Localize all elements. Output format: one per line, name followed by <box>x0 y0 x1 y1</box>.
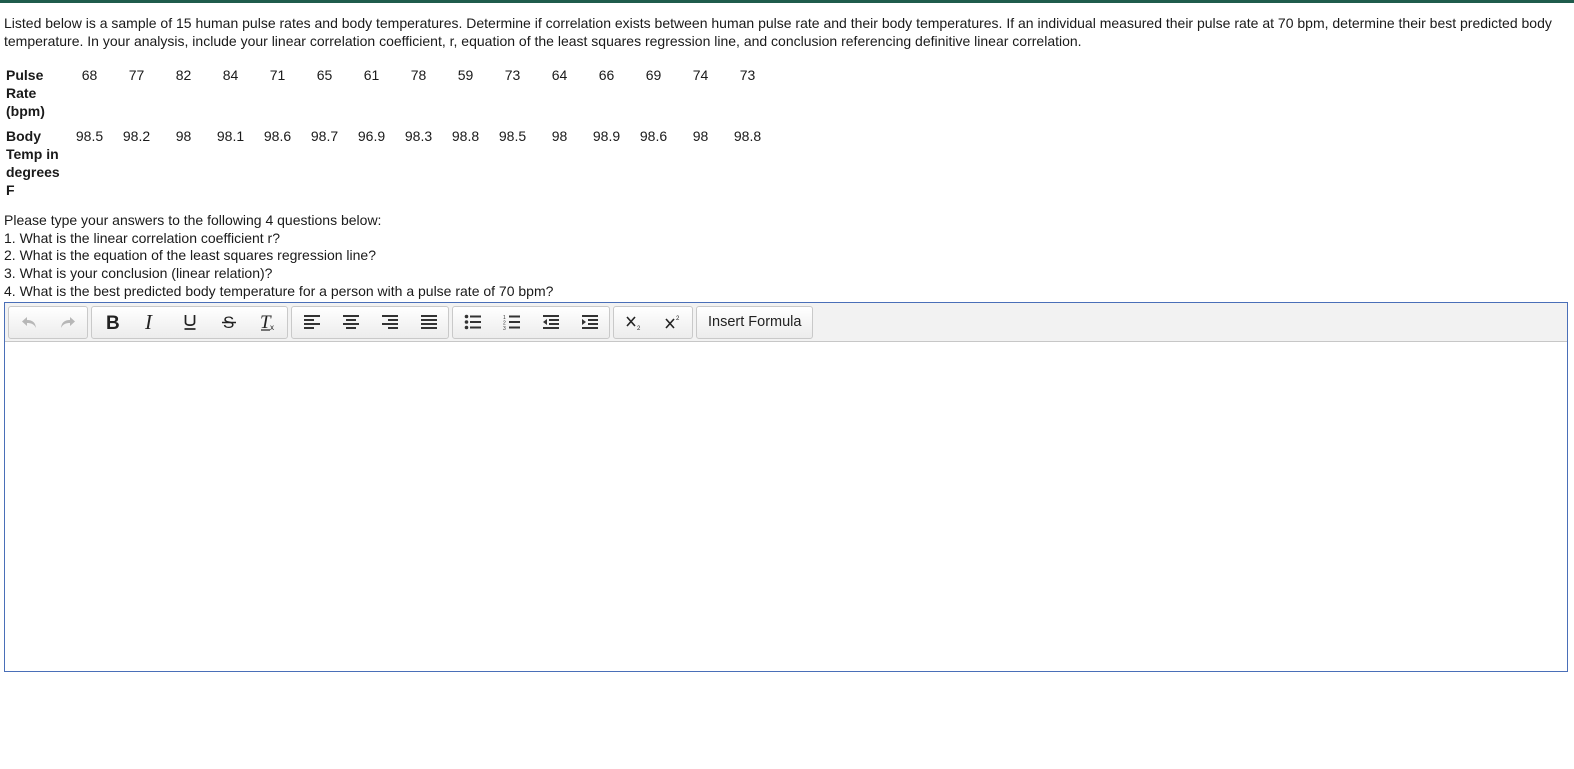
table-cell: 98.9 <box>592 128 621 144</box>
align-left-button[interactable] <box>292 307 331 338</box>
list-group: 123 <box>452 305 610 339</box>
table-cell: 74 <box>692 67 709 83</box>
answer-text-area[interactable] <box>5 342 1567 671</box>
questions-block: Please type your answers to the followin… <box>4 212 553 301</box>
format-group: B I S Tx <box>91 305 288 339</box>
table-cell: 59 <box>457 67 474 83</box>
strikethrough-icon: S <box>221 313 236 331</box>
svg-text:2: 2 <box>676 316 680 322</box>
row-header-line: (bpm) <box>6 103 45 119</box>
row-header: Body Temp in degrees F <box>4 127 66 199</box>
redo-button[interactable] <box>48 307 87 338</box>
align-justify-button[interactable] <box>409 307 448 338</box>
svg-text:2: 2 <box>637 326 641 330</box>
script-group: 2 2 <box>613 305 693 339</box>
table-cell: 98 <box>175 128 192 144</box>
align-center-button[interactable] <box>331 307 370 338</box>
table-cell: 69 <box>645 67 662 83</box>
italic-button[interactable]: I <box>131 307 170 338</box>
svg-text:B: B <box>106 313 120 331</box>
svg-text:x: x <box>270 323 274 331</box>
table-cell: 98.5 <box>75 128 104 144</box>
italic-icon: I <box>144 313 153 331</box>
table-cell: 82 <box>175 67 192 83</box>
subscript-icon: 2 <box>625 316 641 330</box>
table-cell: 65 <box>316 67 333 83</box>
undo-button[interactable] <box>9 307 48 338</box>
table-cell: 73 <box>739 67 756 83</box>
numbered-list-icon: 123 <box>503 315 520 330</box>
clear-formatting-icon: Tx <box>260 313 274 331</box>
instructions-text: Please type your answers to the followin… <box>4 212 382 228</box>
history-group <box>8 305 88 339</box>
subscript-button[interactable]: 2 <box>614 307 653 338</box>
underline-button[interactable] <box>170 307 209 338</box>
svg-text:3: 3 <box>503 326 506 330</box>
svg-text:I: I <box>144 313 153 331</box>
outdent-button[interactable] <box>531 307 570 338</box>
row-header-line: Rate <box>6 85 37 101</box>
bullet-list-button[interactable] <box>453 307 492 338</box>
clear-formatting-button[interactable]: Tx <box>248 307 287 338</box>
table-cell: 98 <box>551 128 568 144</box>
question-1: 1. What is the linear correlation coeffi… <box>4 229 280 246</box>
table-cell: 78 <box>410 67 427 83</box>
table-cell: 98.5 <box>498 128 527 144</box>
table-cell: 77 <box>128 67 145 83</box>
table-cell: 84 <box>222 67 239 83</box>
alignment-group <box>291 305 449 339</box>
align-center-icon <box>342 315 359 329</box>
table-cell: 71 <box>269 67 286 83</box>
table-cell: 68 <box>81 67 98 83</box>
table-cell: 64 <box>551 67 568 83</box>
outdent-icon <box>542 315 559 329</box>
top-accent-rule <box>0 0 1574 3</box>
question-4: 4. What is the best predicted body tempe… <box>4 282 554 299</box>
align-right-button[interactable] <box>370 307 409 338</box>
undo-icon <box>21 317 36 328</box>
table-cell: 98.8 <box>733 128 762 144</box>
row-header-line: degrees <box>6 164 60 180</box>
row-header-line: Body <box>6 128 41 144</box>
bold-icon: B <box>106 313 120 331</box>
superscript-icon: 2 <box>664 316 680 329</box>
problem-prompt: Listed below is a sample of 15 human pul… <box>4 15 1552 49</box>
row-header-line: Temp in <box>6 146 59 162</box>
data-table: Pulse Rate (bpm) 68 77 82 84 71 65 61 78 59 73 64 66 69… <box>4 66 771 199</box>
editor-toolbar: B I S Tx 1 2 3 2 2 Insert Formula <box>5 303 1567 342</box>
row-header: Pulse Rate (bpm) <box>4 66 66 127</box>
numbered-list-button[interactable]: 123 <box>492 307 531 338</box>
table-cell: 98.1 <box>216 128 245 144</box>
table-cell: 98.6 <box>263 128 292 144</box>
rich-text-editor: B I S Tx 1 2 3 2 2 Insert Formula <box>4 302 1568 672</box>
insert-formula-button[interactable]: Insert Formula <box>696 305 814 339</box>
table-cell: 73 <box>504 67 521 83</box>
table-cell: 98.7 <box>310 128 339 144</box>
indent-icon <box>581 315 598 329</box>
underline-icon <box>184 315 195 330</box>
question-3: 3. What is your conclusion (linear relat… <box>4 265 273 282</box>
align-left-icon <box>303 315 320 329</box>
bold-button[interactable]: B <box>92 307 131 338</box>
table-cell: 96.9 <box>357 128 386 144</box>
table-cell: 61 <box>363 67 380 83</box>
superscript-button[interactable]: 2 <box>653 307 692 338</box>
table-cell: 98.8 <box>451 128 480 144</box>
question-2: 2. What is the equation of the least squ… <box>4 247 376 264</box>
table-cell: 66 <box>598 67 615 83</box>
row-header-line: Pulse <box>6 67 44 83</box>
redo-icon <box>60 317 75 328</box>
table-cell: 98.2 <box>122 128 151 144</box>
table-cell: 98.3 <box>404 128 433 144</box>
row-header-line: F <box>6 182 15 198</box>
table-cell: 98.6 <box>639 128 668 144</box>
bullet-list-icon <box>464 314 481 330</box>
align-justify-icon <box>420 315 437 329</box>
strikethrough-button[interactable]: S <box>209 307 248 338</box>
table-cell: 98 <box>692 128 709 144</box>
indent-button[interactable] <box>570 307 609 338</box>
align-right-icon <box>381 315 398 329</box>
table-row: Body Temp in degrees F 98.5 98.2 98 98.1 98.6 98.… <box>4 127 771 199</box>
table-row: Pulse Rate (bpm) 68 77 82 84 71 65 61 78 59 73 64 66 69… <box>4 66 771 127</box>
